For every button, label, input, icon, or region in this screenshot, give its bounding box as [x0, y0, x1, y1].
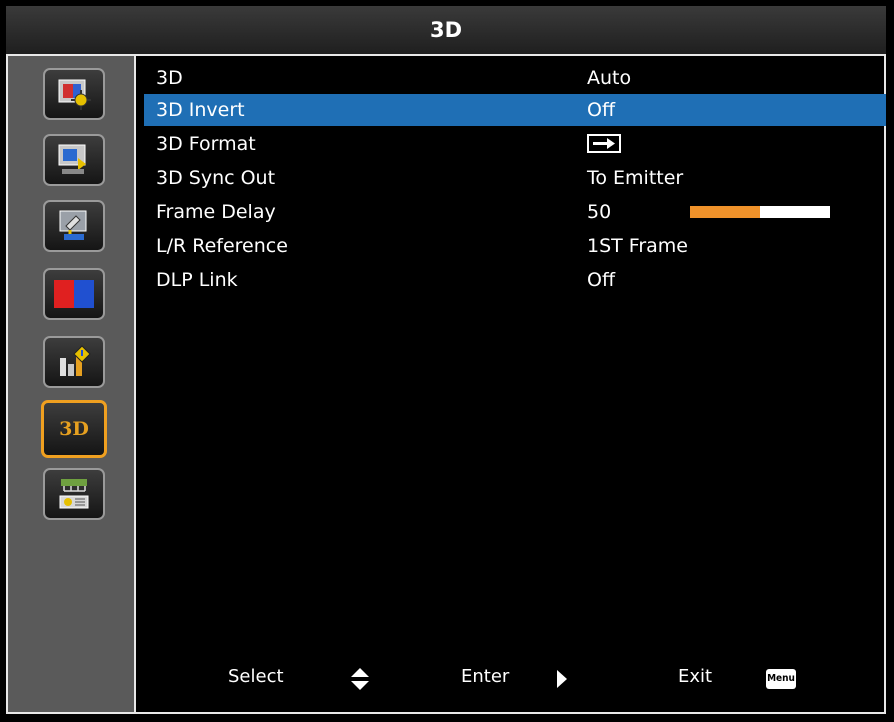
menu-row-value: Off	[587, 269, 616, 291]
frame-delay-slider[interactable]	[690, 206, 830, 218]
menu-row-3d[interactable]: 3D Auto	[144, 62, 886, 94]
sidebar-item-image-settings[interactable]	[43, 68, 105, 120]
page-title: 3D	[429, 18, 463, 42]
slider-fill	[690, 206, 760, 218]
right-arrow-icon	[557, 670, 567, 688]
footer-hints: Select Enter Exit Menu	[138, 656, 884, 696]
menu-content: 3D Auto 3D Invert Off 3D Format 3D Sync …	[138, 56, 886, 712]
color-blocks-icon	[54, 280, 94, 308]
menu-row-value: Off	[587, 99, 616, 121]
menu-row-frame-delay[interactable]: Frame Delay 50	[144, 196, 886, 228]
sidebar-item-display-settings[interactable]	[43, 134, 105, 186]
sidebar-item-information[interactable]	[43, 336, 105, 388]
menu-row-label: 3D Format	[156, 133, 256, 155]
exit-hint: Exit	[678, 666, 713, 687]
enter-hint: Enter	[461, 666, 510, 687]
menu-row-label: 3D Invert	[156, 99, 245, 121]
3d-icon: 3D	[59, 418, 89, 440]
menu-row-value: Auto	[587, 67, 632, 89]
sidebar-item-3d[interactable]: 3D	[41, 400, 107, 458]
menu-row-value: 50	[587, 201, 612, 223]
menu-row-label: 3D	[156, 67, 183, 89]
sidebar-item-setup[interactable]	[43, 200, 105, 252]
menu-row-label: DLP Link	[156, 269, 238, 291]
menu-row-3d-invert[interactable]: 3D Invert Off	[144, 94, 886, 126]
info-bars-icon	[60, 345, 91, 376]
menu-row-dlp-link[interactable]: DLP Link Off	[144, 264, 886, 296]
sidebar-item-color-3d[interactable]	[43, 268, 105, 320]
up-down-arrow-icon	[351, 668, 369, 690]
menu-key-icon: Menu	[766, 669, 796, 689]
setup-icon	[59, 210, 87, 240]
menu-row-label: Frame Delay	[156, 201, 276, 223]
sidebar-item-network[interactable]	[43, 468, 105, 520]
sidebar: 3D	[8, 56, 136, 712]
arrow-right-icon	[587, 134, 621, 153]
menu-row-value: 1ST Frame	[587, 235, 688, 257]
display-settings-icon	[58, 144, 86, 174]
menu-row-3d-format[interactable]: 3D Format	[144, 128, 886, 160]
select-hint: Select	[228, 666, 284, 687]
menu-row-value: To Emitter	[587, 167, 684, 189]
menu-row-lr-reference[interactable]: L/R Reference 1ST Frame	[144, 230, 886, 262]
menu-row-label: L/R Reference	[156, 235, 288, 257]
image-settings-icon	[58, 79, 91, 110]
menu-row-label: 3D Sync Out	[156, 167, 276, 189]
menu-title: 3D	[6, 6, 886, 56]
network-icon	[59, 479, 89, 509]
menu-row-3d-sync-out[interactable]: 3D Sync Out To Emitter	[144, 162, 886, 194]
